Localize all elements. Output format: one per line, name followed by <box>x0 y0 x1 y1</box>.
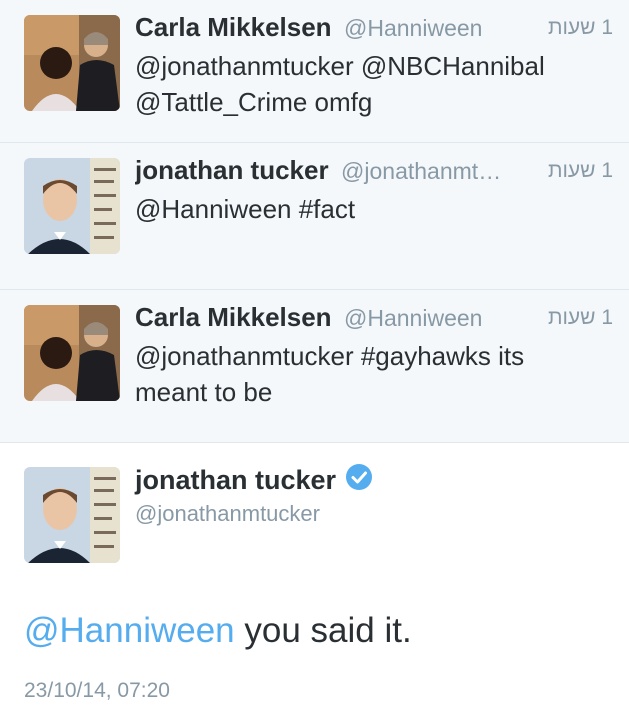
author-handle[interactable]: @jonathanmt… <box>341 158 501 184</box>
carla-avatar-image <box>24 15 120 111</box>
tweet-meta: jonathan tucker @jonathanmt… <box>135 155 613 189</box>
avatar[interactable] <box>24 467 120 563</box>
avatar[interactable] <box>24 305 120 401</box>
timestamp: 1 שעות <box>547 16 613 39</box>
jonathan-avatar-image <box>24 467 120 563</box>
carla-avatar-image <box>24 305 120 401</box>
tweet-meta: Carla Mikkelsen @Hanniween <box>135 302 613 336</box>
tweet-text: @jonathanmtucker @NBCHannibal @Tattle_Cr… <box>135 51 545 117</box>
author-name[interactable]: jonathan tucker <box>135 155 329 185</box>
avatar[interactable] <box>24 15 120 111</box>
author-handle[interactable]: @Hanniween <box>344 305 482 331</box>
mention-link[interactable]: @Hanniween <box>24 611 235 650</box>
verified-badge-icon <box>345 463 373 498</box>
tweet-row[interactable]: Carla Mikkelsen @Hanniween 1 שעות @jonat… <box>0 0 629 143</box>
tweet-row[interactable]: Carla Mikkelsen @Hanniween 1 שעות @jonat… <box>0 290 629 443</box>
timestamp: 1 שעות <box>547 159 613 182</box>
avatar[interactable] <box>24 158 120 254</box>
detail-author-name[interactable]: jonathan tucker <box>135 463 373 498</box>
detail-author-handle[interactable]: @jonathanmtucker <box>135 501 320 527</box>
author-name[interactable]: Carla Mikkelsen <box>135 12 332 42</box>
jonathan-avatar-image <box>24 158 120 254</box>
timestamp: 1 שעות <box>547 306 613 329</box>
tweet-date: 23/10/14, 07:20 <box>24 679 170 702</box>
tweet-text: @Hanniween #fact <box>135 194 356 224</box>
author-handle[interactable]: @Hanniween <box>344 15 482 41</box>
tweet-detail: jonathan tucker @jonathanmtucker @Hanniw… <box>0 443 629 718</box>
author-name: jonathan tucker <box>135 465 337 495</box>
tweet-meta: Carla Mikkelsen @Hanniween <box>135 12 613 46</box>
tweet-row[interactable]: jonathan tucker @jonathanmt… 1 שעות @Han… <box>0 143 629 290</box>
tweet-body: you said it. <box>234 611 412 650</box>
author-name[interactable]: Carla Mikkelsen <box>135 302 332 332</box>
tweet-text: @jonathanmtucker #gayhawks its meant to … <box>135 341 525 407</box>
detail-tweet-text: @Hanniween you said it. <box>24 611 412 651</box>
